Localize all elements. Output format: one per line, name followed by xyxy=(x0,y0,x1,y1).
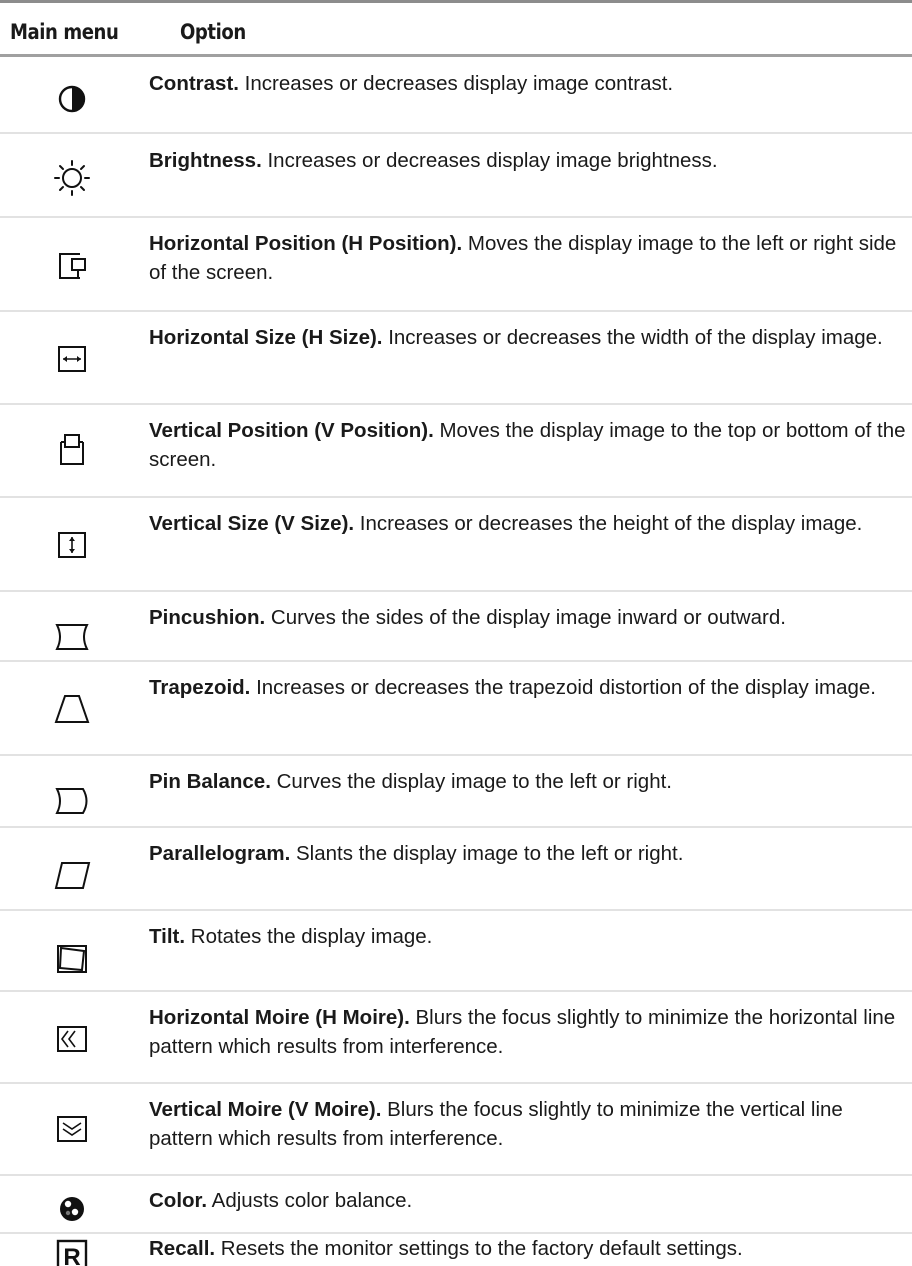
contrast-icon xyxy=(48,79,96,119)
row-divider xyxy=(0,754,912,756)
option-text: Horizontal Position (H Position). Moves … xyxy=(149,229,909,287)
option-name: Color. xyxy=(149,1189,208,1212)
option-text: Trapezoid. Increases or decreases the tr… xyxy=(149,673,909,702)
option-desc: Curves the sides of the display image in… xyxy=(265,606,786,629)
option-desc: Resets the monitor settings to the facto… xyxy=(215,1237,743,1260)
row-divider xyxy=(0,826,912,828)
row-divider xyxy=(0,403,912,405)
recall-icon: R xyxy=(48,1238,96,1266)
option-name: Horizontal Size (H Size). xyxy=(149,326,383,349)
option-desc: Increases or decreases the trapezoid dis… xyxy=(250,676,876,699)
option-name: Recall. xyxy=(149,1237,216,1260)
option-name: Horizontal Moire (H Moire). xyxy=(149,1006,410,1029)
option-text: Parallelogram. Slants the display image … xyxy=(149,839,909,868)
pincushion-icon xyxy=(48,617,96,657)
option-name: Tilt. xyxy=(149,925,186,948)
row-divider xyxy=(0,590,912,592)
brightness-icon xyxy=(48,158,96,198)
h-size-icon xyxy=(48,339,96,379)
option-text: Horizontal Size (H Size). Increases or d… xyxy=(149,323,909,352)
option-text: Vertical Size (V Size). Increases or dec… xyxy=(149,509,909,538)
option-name: Pincushion. xyxy=(149,606,266,629)
option-desc: Slants the display image to the left or … xyxy=(290,842,684,865)
row-divider xyxy=(0,310,912,312)
option-text: Pincushion. Curves the sides of the disp… xyxy=(149,603,909,632)
header-option: Option xyxy=(180,20,246,44)
option-desc: Increases or decreases the height of the… xyxy=(354,512,863,535)
option-text: Vertical Moire (V Moire). Blurs the focu… xyxy=(149,1095,909,1153)
row-divider xyxy=(0,216,912,218)
option-name: Trapezoid. xyxy=(149,676,251,699)
row-divider xyxy=(0,990,912,992)
option-name: Horizontal Position (H Position). xyxy=(149,232,463,255)
option-desc: Increases or decreases display image con… xyxy=(238,72,674,95)
option-text: Vertical Position (V Position). Moves th… xyxy=(149,416,909,474)
trapezoid-icon xyxy=(48,689,96,729)
h-position-icon xyxy=(48,245,96,285)
row-divider xyxy=(0,132,912,134)
option-desc: Increases or decreases the width of the … xyxy=(382,326,883,349)
option-text: Pin Balance. Curves the display image to… xyxy=(149,767,909,796)
option-text: Horizontal Moire (H Moire). Blurs the fo… xyxy=(149,1003,909,1061)
row-divider xyxy=(0,1174,912,1176)
row-divider xyxy=(0,909,912,911)
v-moire-icon xyxy=(48,1109,96,1149)
option-name: Contrast. xyxy=(149,72,239,95)
table-header: Main menu Option xyxy=(0,3,912,54)
option-name: Vertical Position (V Position). xyxy=(149,419,434,442)
option-text: Color. Adjusts color balance. xyxy=(149,1186,909,1215)
option-name: Parallelogram. xyxy=(149,842,291,865)
color-icon xyxy=(48,1183,96,1223)
pin-balance-icon xyxy=(48,781,96,821)
option-desc: Rotates the display image. xyxy=(185,925,433,948)
h-moire-icon xyxy=(48,1019,96,1059)
option-desc: Adjusts color balance. xyxy=(207,1189,413,1212)
v-position-icon xyxy=(48,430,96,470)
option-text: Brightness. Increases or decreases displ… xyxy=(149,146,909,175)
header-main-menu: Main menu xyxy=(10,20,119,44)
option-desc: Curves the display image to the left or … xyxy=(270,770,673,793)
option-desc: Increases or decreases display image bri… xyxy=(261,149,718,172)
parallelogram-icon xyxy=(48,855,96,895)
row-divider xyxy=(0,1082,912,1084)
option-name: Vertical Size (V Size). xyxy=(149,512,355,535)
v-size-icon xyxy=(48,525,96,565)
header-rule xyxy=(0,54,912,57)
option-name: Vertical Moire (V Moire). xyxy=(149,1098,382,1121)
option-text: Recall. Resets the monitor settings to t… xyxy=(149,1234,909,1263)
tilt-icon xyxy=(48,938,96,978)
svg-text:R: R xyxy=(63,1244,80,1266)
row-divider xyxy=(0,496,912,498)
row-divider xyxy=(0,660,912,662)
option-name: Brightness. xyxy=(149,149,262,172)
option-text: Contrast. Increases or decreases display… xyxy=(149,69,909,98)
option-text: Tilt. Rotates the display image. xyxy=(149,922,909,951)
option-name: Pin Balance. xyxy=(149,770,271,793)
